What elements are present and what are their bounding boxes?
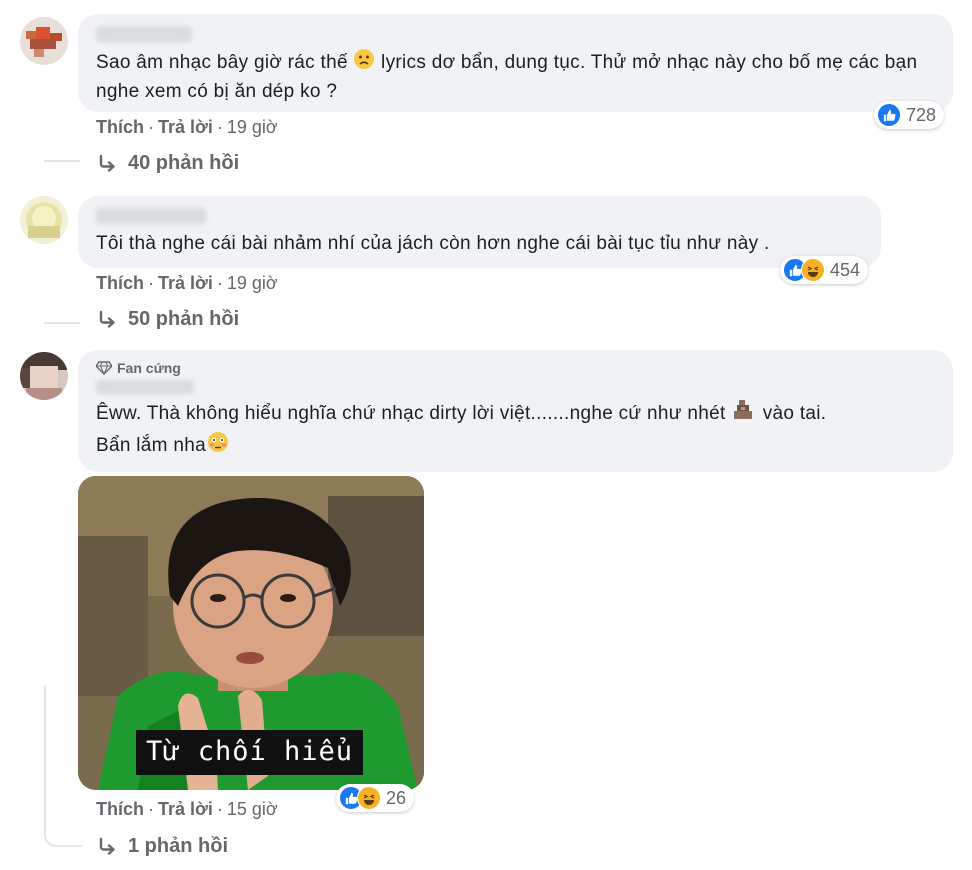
author-name-blurred[interactable] (96, 380, 194, 394)
top-fan-badge[interactable]: Fan cứng (96, 360, 935, 376)
comment-text: Sao âm nhạc bây giờ rác thế lyrics dơ bẩ… (96, 48, 935, 105)
comment-text: Êww. Thà không hiểu nghĩa chứ nhạc dirty… (96, 398, 935, 462)
reaction-summary[interactable]: 26 (336, 784, 415, 812)
comment-bubble: Tôi thà nghe cái bài nhảm nhí của jách c… (78, 196, 881, 268)
like-button[interactable]: Thích (96, 117, 144, 137)
avatar[interactable] (20, 17, 68, 65)
reply-button[interactable]: Trả lời (158, 273, 213, 293)
reply-arrow-icon (99, 154, 115, 172)
comment-bubble: Sao âm nhạc bây giờ rác thế lyrics dơ bẩ… (78, 14, 953, 112)
comment-time[interactable]: 19 giờ (227, 273, 278, 293)
diamond-icon (96, 361, 112, 375)
avatar-image (20, 196, 68, 244)
thread-connector (44, 160, 80, 162)
reaction-summary[interactable]: 454 (780, 256, 869, 284)
view-replies-button[interactable]: 50 phản hồi (98, 308, 239, 331)
like-reaction-icon (877, 103, 901, 127)
avatar[interactable] (20, 352, 68, 400)
avatar-image (20, 17, 68, 65)
flushed-face-emoji (206, 430, 230, 462)
comment-bubble: Fan cứng Êww. Thà không hiểu nghĩa chứ n… (78, 350, 953, 472)
reply-arrow-icon (99, 837, 115, 855)
reaction-count: 26 (386, 787, 407, 808)
poop-emoji (731, 398, 757, 430)
comment-time[interactable]: 15 giờ (227, 799, 278, 819)
avatar[interactable] (20, 196, 68, 244)
view-replies-button[interactable]: 1 phản hồi (98, 835, 228, 858)
thread-connector (44, 322, 80, 324)
reply-button[interactable]: Trả lời (158, 117, 213, 137)
comment-actions: Thích · Trả lời · 19 giờ (96, 117, 278, 137)
like-button[interactable]: Thích (96, 273, 144, 293)
comment-text: Tôi thà nghe cái bài nhảm nhí của jách c… (96, 233, 770, 254)
reaction-count: 454 (830, 259, 861, 280)
reply-button[interactable]: Trả lời (158, 799, 213, 819)
author-name-blurred[interactable] (96, 26, 192, 42)
like-button[interactable]: Thích (96, 799, 144, 819)
meme-caption: Từ chối hiểu (136, 730, 364, 775)
reaction-count: 728 (906, 104, 937, 125)
thread-line (44, 685, 82, 847)
avatar-image (20, 352, 68, 400)
comment-time[interactable]: 19 giờ (227, 117, 278, 137)
haha-reaction-icon (801, 258, 825, 282)
reply-arrow-icon (99, 310, 115, 328)
reaction-summary[interactable]: 728 (874, 101, 945, 129)
author-name-blurred[interactable] (96, 208, 206, 224)
confused-face-emoji (353, 48, 375, 78)
comment-actions: Thích · Trả lời · 15 giờ (96, 799, 278, 819)
view-replies-button[interactable]: 40 phản hồi (98, 152, 239, 175)
comment-actions: Thích · Trả lời · 19 giờ (96, 273, 278, 293)
haha-reaction-icon (357, 786, 381, 810)
